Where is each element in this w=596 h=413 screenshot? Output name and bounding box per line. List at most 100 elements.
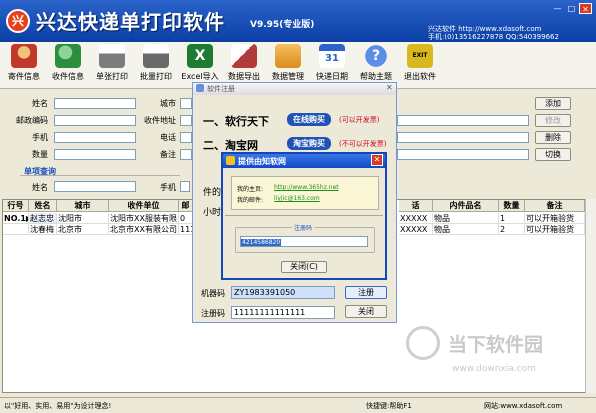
reg-code-input[interactable]: 11111111111111 <box>231 306 335 319</box>
table-row-2-zip[interactable]: 111 <box>179 224 193 235</box>
close-window-button[interactable]: ✕ <box>579 3 592 14</box>
help-icon: ? <box>363 44 389 68</box>
batch-printer-icon <box>143 44 169 68</box>
city-input[interactable] <box>180 98 192 109</box>
zip-input[interactable] <box>54 115 136 126</box>
watermark-text: 当下软件园 <box>448 334 544 356</box>
table-row-1-name[interactable]: 赵志忠 <box>29 213 57 224</box>
minimize-button[interactable]: — <box>551 3 564 14</box>
popup-titlebar[interactable]: 提供由知软网 ✕ <box>223 154 385 168</box>
query-phone-input[interactable] <box>180 181 190 192</box>
table-row-2-item[interactable]: 物品 <box>433 224 499 235</box>
machine-code-field[interactable]: ZY1983391050 <box>231 286 335 299</box>
address-input[interactable] <box>180 115 192 126</box>
table-row-1-qty[interactable]: 1 <box>499 213 525 224</box>
watermark-url: www.downxia.com <box>452 364 536 374</box>
toolbar-single-print[interactable]: 单张打印 <box>92 44 132 82</box>
popup-close-button[interactable]: 关闭(C) <box>281 261 327 273</box>
toolbar-export[interactable]: 数据导出 <box>224 44 264 82</box>
mail-label: 我的邮件: <box>237 197 264 204</box>
toolbar-sender-info[interactable]: 寄件信息 <box>4 44 44 82</box>
status-bar: 以"好用、实用、易用"为设计理念! 快捷键:帮助F1 网站:www.xdasof… <box>0 397 596 413</box>
table-row-2-name[interactable]: 沈春梅 <box>29 224 57 235</box>
table-row-1-zip[interactable]: 0 <box>179 213 193 224</box>
note-input[interactable] <box>180 149 192 160</box>
maximize-button[interactable]: □ <box>565 3 578 14</box>
qty-input[interactable] <box>54 149 136 160</box>
table-row-2-city[interactable]: 北京市 <box>57 224 109 235</box>
table-row-2-unit[interactable]: 北京市XX有限公司 <box>109 224 179 235</box>
name-input[interactable] <box>54 98 136 109</box>
register-button[interactable]: 注册 <box>345 286 387 299</box>
col-header-qty[interactable]: 数量 <box>499 200 525 212</box>
col-header-note[interactable]: 备注 <box>525 200 585 212</box>
phone-input[interactable] <box>54 132 136 143</box>
col-header-tel[interactable]: 话 <box>399 200 433 212</box>
watermark: 当下软件园 www.downxia.com <box>404 322 589 392</box>
option-1-text: 一、软行天下 <box>203 115 269 128</box>
home-link[interactable]: http://www.365hz.net <box>274 184 339 191</box>
dialog-close-button[interactable]: 关闭 <box>345 305 387 318</box>
table-row-1-city[interactable]: 沈阳市 <box>57 213 109 224</box>
register-dialog-titlebar[interactable]: 软件注册 ✕ <box>193 83 396 95</box>
tel-input[interactable] <box>180 132 192 143</box>
option-2-note: (不可以开发票) <box>339 140 387 148</box>
status-shortcut: 快捷键:帮助F1 <box>366 402 412 410</box>
col-header-unit[interactable]: 收件单位 <box>109 200 179 212</box>
popup-app-icon <box>226 156 235 165</box>
table-row-1-note[interactable]: 可以开箱验货 <box>525 213 585 224</box>
toolbar-excel-import[interactable]: X Excel导入 <box>180 44 220 82</box>
toolbar-recipient-info[interactable]: 收件信息 <box>48 44 88 82</box>
home-label: 我的主页: <box>237 186 264 193</box>
delete-button[interactable]: 删除 <box>535 131 571 144</box>
table-row-1-item[interactable]: 物品 <box>433 213 499 224</box>
col-header-zip[interactable]: 邮 <box>179 200 193 212</box>
toolbar-exit[interactable]: EXIT 退出软件 <box>400 44 440 82</box>
zip-label: 邮政编码 <box>16 116 48 125</box>
toolbar-batch-print[interactable]: 批量打印 <box>136 44 176 82</box>
status-website: 网站:www.xdasoft.com <box>484 402 563 410</box>
address-label: 收件地址 <box>144 116 176 125</box>
table-row-2-tel[interactable]: XXXXX <box>399 224 433 235</box>
col-header-city[interactable]: 城市 <box>57 200 109 212</box>
tel-input-right[interactable] <box>397 132 529 143</box>
register-dialog-title: 软件注册 <box>207 85 235 93</box>
phone-line: 手机:(0)13516227878 QQ:540399662 <box>428 33 559 41</box>
modify-button[interactable]: 修改 <box>535 114 571 127</box>
add-button[interactable]: 添加 <box>535 97 571 110</box>
popup-close-icon[interactable]: ✕ <box>371 154 383 166</box>
option-2-text: 二、淘宝网 <box>203 139 258 152</box>
table-row-1-no[interactable]: NO.1▶ <box>3 213 29 224</box>
app-version: V9.95(专业版) <box>250 20 315 30</box>
city-label: 城市 <box>160 99 176 108</box>
toolbar-express-date[interactable]: 31 快递日期 <box>312 44 352 82</box>
col-header-name[interactable]: 姓名 <box>29 200 57 212</box>
status-slogan: 以"好用、实用、易用"为设计理念! <box>4 402 112 410</box>
note-input-right[interactable] <box>397 149 529 160</box>
partial-text-2: 小时 <box>203 208 222 218</box>
toolbar-help[interactable]: ? 帮助主题 <box>356 44 396 82</box>
info-popup: 提供由知软网 ✕ 我的主页: http://www.365hz.net 我的邮件… <box>221 152 387 280</box>
table-row-2-note[interactable]: 可以开箱验货 <box>525 224 585 235</box>
mail-link[interactable]: liyjic@163.com <box>274 195 320 202</box>
toolbar-data-manage[interactable]: 数据管理 <box>268 44 308 82</box>
table-row-2-no[interactable] <box>3 224 29 235</box>
buy-online-button[interactable]: 在线购买 <box>287 113 331 126</box>
box-icon <box>275 44 301 68</box>
col-header-no[interactable]: 行号 <box>3 200 29 212</box>
code-field[interactable]: 4214586820 <box>240 236 368 247</box>
buy-taobao-button[interactable]: 淘宝购买 <box>287 137 331 150</box>
exit-icon: EXIT <box>407 44 433 68</box>
code-groupbox: 注册码 4214586820 <box>235 223 375 253</box>
printer-icon <box>99 44 125 68</box>
partial-text-1: 件的 <box>203 188 222 198</box>
address-input-right[interactable] <box>397 115 529 126</box>
register-dialog-close-icon[interactable]: ✕ <box>386 83 393 92</box>
query-name-input[interactable] <box>54 181 136 192</box>
col-header-item[interactable]: 内件品名 <box>433 200 499 212</box>
switch-button[interactable]: 切换 <box>535 148 571 161</box>
table-row-2-qty[interactable]: 2 <box>499 224 525 235</box>
table-row-1-tel[interactable]: XXXXX <box>399 213 433 224</box>
code-value: 4214586820 <box>241 239 282 246</box>
table-row-1-unit[interactable]: 沈阳市XX服装有限 <box>109 213 179 224</box>
